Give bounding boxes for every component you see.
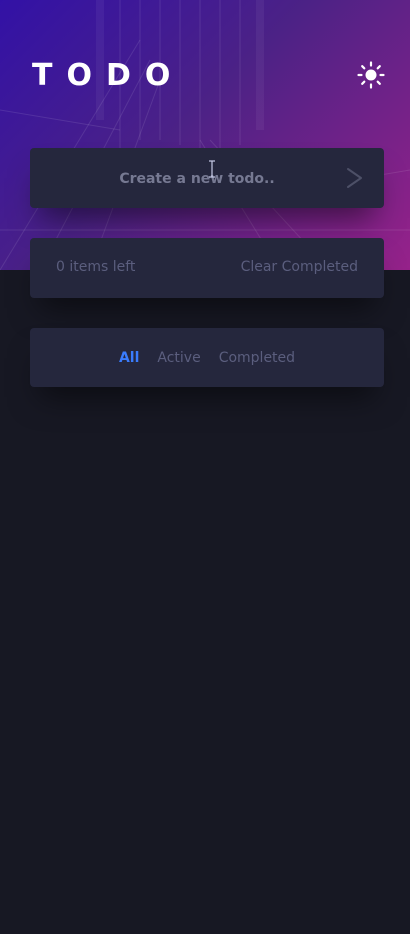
filter-active-button[interactable]: Active (157, 350, 200, 366)
items-left-count: 0 items left (56, 259, 136, 275)
theme-toggle-button[interactable] (356, 60, 386, 90)
filter-completed-button[interactable]: Completed (219, 350, 295, 366)
chevron-right-icon[interactable] (342, 166, 366, 190)
sun-icon (357, 61, 385, 89)
clear-completed-button[interactable]: Clear Completed (241, 259, 358, 275)
text-cursor-icon (209, 160, 215, 178)
app-title: TODO (32, 58, 185, 93)
header-background-image (0, 0, 410, 270)
new-todo-form (30, 148, 384, 210)
todo-app: TODO 0 items le (0, 0, 410, 934)
filter-bar: All Active Completed (30, 328, 384, 387)
filter-all-button[interactable]: All (119, 350, 139, 366)
new-todo-input[interactable] (50, 148, 344, 210)
status-bar: 0 items left Clear Completed (30, 238, 384, 298)
hero-pattern (0, 0, 410, 270)
